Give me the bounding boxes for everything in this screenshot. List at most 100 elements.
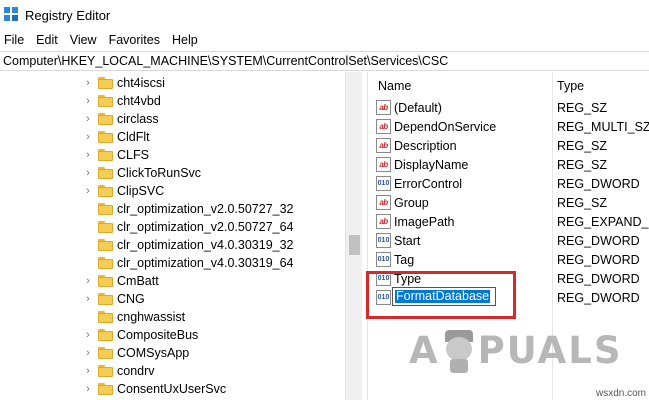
chevron-right-icon[interactable]: › <box>83 362 93 380</box>
tree-item-label: CompositeBus <box>117 328 199 342</box>
value-name: ImagePath <box>394 214 455 229</box>
tree-item[interactable]: › CompositeBus <box>83 326 345 344</box>
folder-icon <box>98 221 113 233</box>
tree-item-label: clr_optimization_v2.0.50727_32 <box>117 202 294 216</box>
tree-item[interactable]: clr_optimization_v4.0.30319_64 <box>83 254 345 272</box>
chevron-right-icon[interactable]: › <box>83 326 93 344</box>
tree-item[interactable]: › CldFlt <box>83 128 345 146</box>
chevron-right-icon[interactable]: › <box>83 74 93 92</box>
folder-icon <box>98 203 113 215</box>
dword-value-icon: 010 <box>376 252 391 267</box>
menu-favorites[interactable]: Favorites <box>104 33 167 47</box>
tree-item[interactable]: clr_optimization_v4.0.30319_32 <box>83 236 345 254</box>
tree-item[interactable]: › COMSysApp <box>83 344 345 362</box>
tree-item[interactable]: › cht4iscsi <box>83 74 345 92</box>
tree-item-label: condrv <box>117 364 155 378</box>
value-type: REG_SZ <box>557 138 608 153</box>
tree-scrollbar[interactable] <box>345 72 362 400</box>
tree-item-label: CmBatt <box>117 274 159 288</box>
value-row[interactable]: 010 Tag REG_DWORD <box>369 250 649 269</box>
tree-item[interactable]: › circlass <box>83 110 345 128</box>
folder-icon <box>98 365 113 377</box>
value-type: REG_DWORD <box>557 233 640 248</box>
chevron-right-icon[interactable]: › <box>83 290 93 308</box>
tree-item-label: clr_optimization_v2.0.50727_64 <box>117 220 294 234</box>
value-type: REG_DWORD <box>557 252 640 267</box>
value-row[interactable]: ab DependOnService REG_MULTI_SZ <box>369 117 649 136</box>
tree-item[interactable]: › CmBatt <box>83 272 345 290</box>
chevron-right-icon[interactable]: › <box>83 92 93 110</box>
value-name: ErrorControl <box>394 176 463 191</box>
menu-view[interactable]: View <box>65 33 104 47</box>
tree-item[interactable]: clr_optimization_v2.0.50727_64 <box>83 218 345 236</box>
pane-splitter[interactable] <box>362 72 368 400</box>
tree-item-label: cht4iscsi <box>117 76 165 90</box>
chevron-right-icon[interactable]: › <box>83 146 93 164</box>
value-type: REG_SZ <box>557 157 608 172</box>
column-header-type[interactable]: Type <box>557 72 584 100</box>
value-row[interactable]: ab (Default) REG_SZ <box>369 98 649 117</box>
dword-value-icon: 010 <box>376 176 391 191</box>
tree-item[interactable]: › ClipSVC <box>83 182 345 200</box>
value-row[interactable]: ab DisplayName REG_SZ <box>369 155 649 174</box>
chevron-right-icon[interactable]: › <box>83 380 93 398</box>
chevron-right-icon[interactable]: › <box>83 128 93 146</box>
value-name: Group <box>394 195 429 210</box>
folder-icon <box>98 239 113 251</box>
tree-item-label: cnghwassist <box>117 310 186 324</box>
key-tree[interactable]: › cht4iscsi › cht4vbd › circlass › CldFlt › CLFS ›… <box>0 72 345 400</box>
value-type: REG_MULTI_SZ <box>557 119 649 134</box>
menu-file[interactable]: File <box>0 33 31 47</box>
folder-icon <box>98 347 113 359</box>
string-value-icon: ab <box>376 100 391 115</box>
chevron-right-icon[interactable]: › <box>83 272 93 290</box>
menu-edit[interactable]: Edit <box>31 33 65 47</box>
value-row[interactable]: 010 ErrorControl REG_DWORD <box>369 174 649 193</box>
value-row[interactable]: ab Group REG_SZ <box>369 193 649 212</box>
folder-icon <box>98 311 113 323</box>
tree-item[interactable]: › CNG <box>83 290 345 308</box>
chevron-right-icon[interactable]: › <box>83 182 93 200</box>
tree-item[interactable]: › cht4vbd <box>83 92 345 110</box>
annotation-highlight-box <box>366 271 516 319</box>
tree-item[interactable]: › CLFS <box>83 146 345 164</box>
value-row[interactable]: 010 Start REG_DWORD <box>369 231 649 250</box>
folder-icon <box>98 293 113 305</box>
tree-item-label: ClipSVC <box>117 184 165 198</box>
tree-item-label: circlass <box>117 112 159 126</box>
value-row[interactable]: abImagePath REG_EXPAND_SZ <box>369 212 649 231</box>
column-header-name[interactable]: Name <box>378 72 411 100</box>
tree-item[interactable]: cnghwassist <box>83 308 345 326</box>
folder-icon <box>98 149 113 161</box>
folder-icon <box>98 329 113 341</box>
registry-editor-icon <box>4 7 20 23</box>
value-row[interactable]: ab Description REG_SZ <box>369 136 649 155</box>
tree-item[interactable]: › ClickToRunSvc <box>83 164 345 182</box>
logo-word: PUALS <box>477 329 623 372</box>
tree-item-label: CldFlt <box>117 130 150 144</box>
tree-item[interactable]: › condrv <box>83 362 345 380</box>
folder-icon <box>98 95 113 107</box>
chevron-right-icon[interactable]: › <box>83 110 93 128</box>
folder-icon <box>98 383 113 395</box>
tree-scrollbar-thumb[interactable] <box>349 235 360 255</box>
folder-icon <box>98 113 113 125</box>
menu-help[interactable]: Help <box>167 33 205 47</box>
chevron-right-icon[interactable]: › <box>83 344 93 362</box>
value-name: Description <box>394 138 457 153</box>
address-bar[interactable]: Computer\HKEY_LOCAL_MACHINE\SYSTEM\Curre… <box>0 51 649 71</box>
value-type: REG_DWORD <box>557 176 640 191</box>
title-bar: Registry Editor <box>0 0 649 30</box>
tree-item-label: CLFS <box>117 148 149 162</box>
value-name: DisplayName <box>394 157 469 172</box>
tree-item-label: cht4vbd <box>117 94 161 108</box>
tree-item-label: ClickToRunSvc <box>117 166 202 180</box>
appuals-watermark-logo: A PUALS <box>409 323 629 378</box>
site-watermark: wsxdn.com <box>596 388 647 399</box>
address-path[interactable]: Computer\HKEY_LOCAL_MACHINE\SYSTEM\Curre… <box>3 54 448 68</box>
tree-item[interactable]: › ConsentUxUserSvc <box>83 380 345 398</box>
tree-item[interactable]: clr_optimization_v2.0.50727_32 <box>83 200 345 218</box>
chevron-right-icon[interactable]: › <box>83 164 93 182</box>
